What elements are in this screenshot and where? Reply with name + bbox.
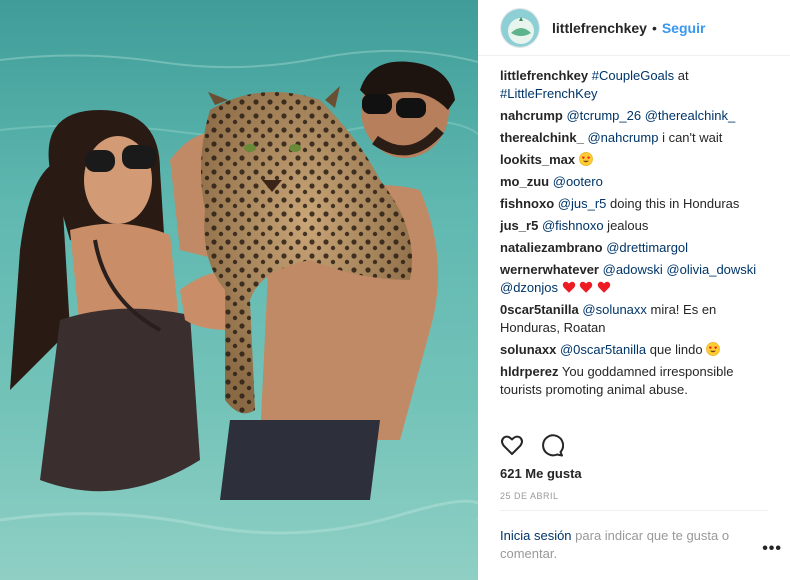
avatar-logo-image bbox=[501, 8, 539, 47]
comment-username[interactable]: lookits_max bbox=[500, 152, 575, 167]
comment-text: que lindo bbox=[646, 342, 703, 357]
comment-row: fishnoxo @jus_r5 doing this in Honduras bbox=[500, 195, 778, 213]
comment-username[interactable]: fishnoxo bbox=[500, 196, 554, 211]
comment-mention[interactable]: @jus_r5 bbox=[558, 196, 607, 211]
comment-mention[interactable]: @0scar5tanilla bbox=[560, 342, 646, 357]
comment-row: nahcrump @tcrump_26 @therealchink_ bbox=[500, 107, 778, 125]
comment-mention[interactable]: @fishnoxo bbox=[542, 218, 604, 233]
avatar[interactable] bbox=[500, 7, 540, 48]
photo-illustration bbox=[0, 0, 478, 580]
comment-mention[interactable]: @ootero bbox=[553, 174, 603, 189]
comment-username[interactable]: therealchink_ bbox=[500, 130, 584, 145]
divider bbox=[500, 510, 768, 511]
login-link[interactable]: Inicia sesión bbox=[500, 528, 572, 543]
heart-eyes-emoji bbox=[578, 152, 593, 166]
header-separator: • bbox=[651, 19, 657, 36]
comment-row: wernerwhatever @adowski @olivia_dowski @… bbox=[500, 261, 778, 297]
action-bar bbox=[500, 433, 565, 457]
comment-mention[interactable]: @nahcrump bbox=[587, 130, 658, 145]
login-prompt: Inicia sesión para indicar que te gusta … bbox=[500, 527, 760, 563]
comment-username[interactable]: mo_zuu bbox=[500, 174, 549, 189]
comment-row: hldrperez You goddamned irresponsible to… bbox=[500, 363, 778, 399]
post-side-panel: littlefrenchkey • Seguir littlefrenchkey… bbox=[478, 0, 790, 580]
comment-mention[interactable]: @tcrump_26 @therealchink_ bbox=[566, 108, 735, 123]
post-date: 25 DE ABRIL bbox=[500, 491, 559, 501]
comment-username[interactable]: solunaxx bbox=[500, 342, 556, 357]
heart-eyes-emoji bbox=[706, 342, 721, 356]
comment-username[interactable]: nataliezambrano bbox=[500, 240, 603, 255]
comment-mention[interactable]: @solunaxx bbox=[582, 302, 647, 317]
comment-username[interactable]: hldrperez bbox=[500, 364, 559, 379]
comment-username[interactable]: nahcrump bbox=[500, 108, 563, 123]
follow-button[interactable]: Seguir bbox=[662, 20, 706, 36]
comment-mention[interactable]: @drettimargol bbox=[606, 240, 688, 255]
comment-username[interactable]: wernerwhatever bbox=[500, 262, 599, 277]
comment-username[interactable]: jus_r5 bbox=[500, 218, 538, 233]
red-heart-emoji bbox=[562, 281, 575, 293]
heart-icon[interactable] bbox=[500, 433, 524, 457]
hashtag-link[interactable]: #CoupleGoals bbox=[592, 68, 674, 83]
comment-row: 0scar5tanilla @solunaxx mira! Es en Hond… bbox=[500, 301, 778, 337]
caption-text: at bbox=[674, 68, 689, 83]
comment-row: therealchink_ @nahcrump i can't wait bbox=[500, 129, 778, 147]
comment-text: i can't wait bbox=[658, 130, 723, 145]
comment-row: jus_r5 @fishnoxo jealous bbox=[500, 217, 778, 235]
caption-username[interactable]: littlefrenchkey bbox=[500, 68, 588, 83]
comment-row: mo_zuu @ootero bbox=[500, 173, 778, 191]
caption: littlefrenchkey #CoupleGoals at #LittleF… bbox=[500, 67, 778, 103]
post-photo bbox=[0, 0, 478, 580]
comment-username[interactable]: 0scar5tanilla bbox=[500, 302, 579, 317]
post-header: littlefrenchkey • Seguir bbox=[478, 0, 790, 56]
red-heart-emoji bbox=[580, 281, 593, 293]
comment-row: solunaxx @0scar5tanilla que lindo bbox=[500, 341, 778, 359]
comment-icon[interactable] bbox=[540, 433, 565, 457]
comment-row: nataliezambrano @drettimargol bbox=[500, 239, 778, 257]
red-heart-emoji bbox=[597, 281, 611, 293]
comment-row: lookits_max bbox=[500, 151, 778, 169]
likes-count[interactable]: 621 Me gusta bbox=[500, 466, 582, 481]
comment-text: doing this in Honduras bbox=[606, 196, 740, 211]
more-options-button[interactable]: ••• bbox=[762, 540, 782, 558]
header-username[interactable]: littlefrenchkey bbox=[552, 20, 647, 36]
hashtag-link[interactable]: #LittleFrenchKey bbox=[500, 86, 598, 101]
comments-list: littlefrenchkey #CoupleGoals at #LittleF… bbox=[500, 67, 778, 403]
comment-text: jealous bbox=[603, 218, 649, 233]
